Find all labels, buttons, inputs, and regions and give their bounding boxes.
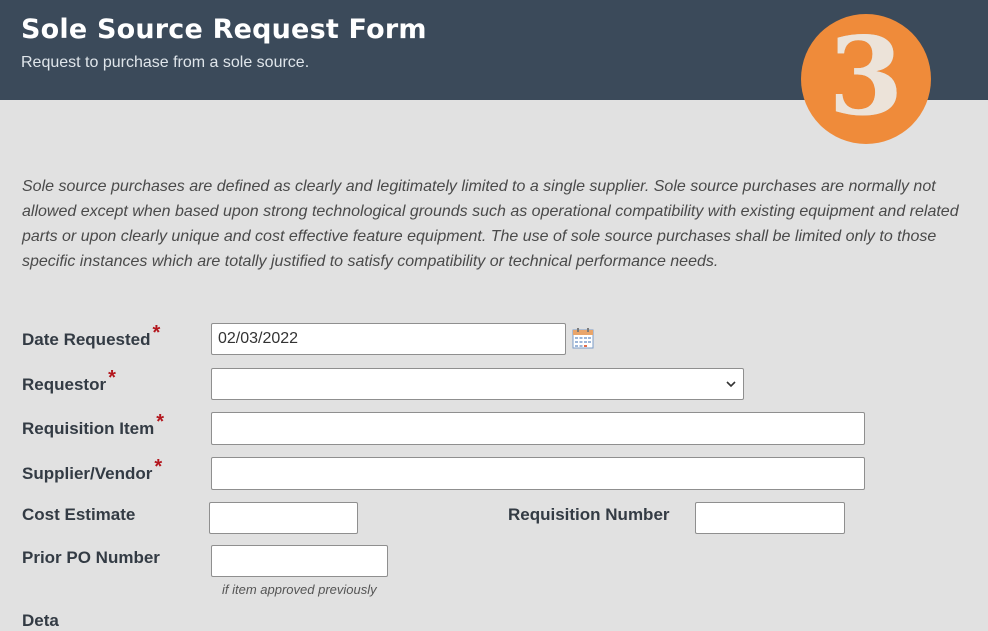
chevron-down-icon <box>726 381 736 388</box>
requisition-item-input[interactable] <box>211 412 865 445</box>
requisition-item-label: Requisition Item * <box>22 411 164 440</box>
cost-estimate-label: Cost Estimate <box>22 505 135 525</box>
required-marker: * <box>156 411 165 433</box>
prior-po-number-input[interactable] <box>211 545 388 577</box>
requestor-select[interactable] <box>211 368 744 400</box>
date-requested-value: 02/03/2022 <box>218 330 299 347</box>
cost-estimate-label-text: Cost Estimate <box>22 505 136 524</box>
prior-po-number-label-text: Prior PO Number <box>22 548 160 567</box>
page-subtitle: Request to purchase from a sole source. <box>21 54 310 71</box>
requestor-label-text: Requestor <box>22 375 107 394</box>
step-number: 3 <box>828 14 904 140</box>
requestor-label: Requestor * <box>22 367 116 396</box>
required-marker: * <box>108 367 116 389</box>
requisition-item-label-text: Requisition Item <box>22 419 155 438</box>
requisition-number-input[interactable] <box>695 502 845 534</box>
date-requested-input[interactable]: 02/03/2022 <box>211 323 566 355</box>
date-requested-label-text: Date Requested <box>22 330 151 349</box>
supplier-vendor-input[interactable] <box>211 457 865 490</box>
prior-po-number-label: Prior PO Number <box>22 548 160 568</box>
supplier-vendor-label-text: Supplier/Vendor <box>22 464 153 483</box>
next-field-label-partial: Deta <box>22 611 59 630</box>
required-marker: * <box>154 456 163 478</box>
cost-estimate-input[interactable] <box>209 502 358 534</box>
required-marker: * <box>152 322 161 344</box>
requisition-number-label-text: Requisition Number <box>508 505 670 524</box>
calendar-icon[interactable] <box>572 327 594 349</box>
date-requested-label: Date Requested * <box>22 322 160 351</box>
intro-paragraph: Sole source purchases are defined as cle… <box>22 178 959 270</box>
step-number-badge: 3 <box>801 14 931 144</box>
page-title: Sole Source Request Form <box>21 14 427 45</box>
requisition-number-label: Requisition Number <box>508 505 670 525</box>
supplier-vendor-label: Supplier/Vendor * <box>22 456 162 485</box>
prior-po-hint: if item approved previously <box>222 582 377 597</box>
